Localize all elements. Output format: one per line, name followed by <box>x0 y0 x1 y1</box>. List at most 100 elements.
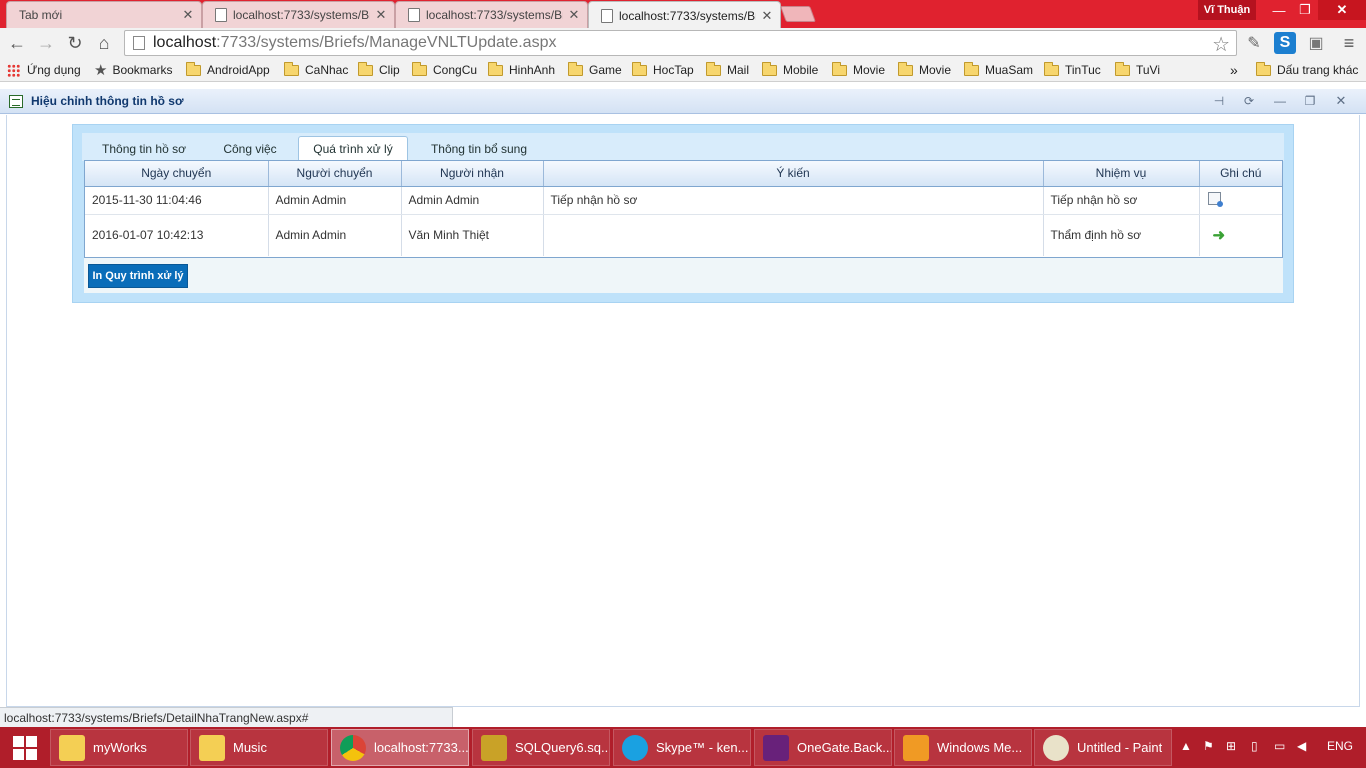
folder-icon <box>488 61 503 76</box>
new-tab-button[interactable] <box>780 6 816 22</box>
bookmark-folder[interactable]: CongCu <box>412 61 477 79</box>
browser-tab-label: localhost:7733/systems/Br <box>233 8 370 22</box>
pin-icon[interactable]: ⊣ <box>1211 94 1227 108</box>
folder-icon <box>1256 61 1271 76</box>
folder-icon <box>412 61 427 76</box>
cell-date: 2016-01-07 10:42:13 <box>85 214 269 256</box>
windows-flag-icon[interactable]: ⊞ <box>1226 739 1236 753</box>
taskbar-item[interactable]: Windows Me... <box>894 729 1032 766</box>
taskbar-item[interactable]: myWorks <box>50 729 188 766</box>
action-center-icon[interactable]: ⚑ <box>1203 739 1214 753</box>
tab-thong-tin-bo-sung[interactable]: Thông tin bổ sung <box>422 137 536 161</box>
forward-icon[interactable]: → <box>34 32 58 54</box>
print-process-button[interactable]: In Quy trình xử lý <box>88 264 188 288</box>
browser-tab-strip: Tab mới ✕ localhost:7733/systems/Br ✕ lo… <box>0 0 1366 29</box>
address-bar[interactable]: localhost:7733/systems/Briefs/ManageVNLT… <box>124 30 1237 56</box>
minimize-icon[interactable]: — <box>1272 94 1288 108</box>
arrow-right-icon[interactable]: ➜ <box>1213 226 1226 244</box>
bookmark-folder[interactable]: TuVi <box>1115 61 1160 79</box>
volume-icon[interactable]: ◀ <box>1297 739 1306 753</box>
tray-overflow-icon[interactable]: ▲ <box>1180 739 1192 753</box>
refresh-icon[interactable]: ⟳ <box>1241 94 1257 108</box>
column-header[interactable]: Ngày chuyển <box>85 161 269 187</box>
close-icon[interactable]: ✕ <box>374 7 388 23</box>
bookmark-folder[interactable]: MuaSam <box>964 61 1033 79</box>
bookmark-folder[interactable]: Clip <box>358 61 400 79</box>
browser-tab-new[interactable]: Tab mới ✕ <box>6 1 202 28</box>
skype-extension-icon[interactable]: S <box>1274 32 1296 54</box>
taskbar-item[interactable]: Skype™ - ken... <box>613 729 751 766</box>
bookmarks-overflow-icon[interactable]: » <box>1230 61 1238 79</box>
bookmark-folder[interactable]: Mail <box>706 61 749 79</box>
panel-title: Hiệu chỉnh thông tin hồ sơ <box>31 94 184 108</box>
column-header[interactable]: Người chuyển <box>268 161 402 187</box>
bookmark-apps[interactable]: Ứng dụng <box>7 61 81 79</box>
note-icon[interactable] <box>1207 192 1223 207</box>
bookmark-folder[interactable]: Game <box>568 61 622 79</box>
browser-tab[interactable]: localhost:7733/systems/Br ✕ <box>395 1 588 28</box>
language-indicator[interactable]: ENG <box>1327 739 1353 753</box>
url-text: localhost:7733/systems/Briefs/ManageVNLT… <box>153 34 557 51</box>
cell-receiver: Văn Minh Thiệt <box>401 214 544 256</box>
menu-icon[interactable]: ≡ <box>1338 32 1360 54</box>
taskbar-item[interactable]: OneGate.Back... <box>754 729 892 766</box>
cell-opinion <box>543 214 1044 256</box>
close-icon[interactable]: ✕ <box>181 7 195 23</box>
bookmark-bookmarks[interactable]: ★ Bookmarks <box>94 61 172 79</box>
bookmark-folder[interactable]: CaNhac <box>284 61 348 79</box>
maximize-icon[interactable]: ❐ <box>1292 0 1318 20</box>
folder-icon <box>199 734 225 761</box>
bookmark-folder[interactable]: TinTuc <box>1044 61 1101 79</box>
bookmark-star-icon[interactable]: ☆ <box>1212 32 1230 57</box>
skype-icon <box>622 734 648 761</box>
column-header[interactable]: Nhiệm vụ <box>1043 161 1200 187</box>
home-icon[interactable]: ⌂ <box>92 32 116 54</box>
bookmark-folder[interactable]: HinhAnh <box>488 61 555 79</box>
start-button[interactable] <box>0 727 50 768</box>
bookmark-folder[interactable]: Movie <box>898 61 951 79</box>
close-icon[interactable]: ✕ <box>760 8 774 24</box>
table-row[interactable]: 2015-11-30 11:04:46 Admin Admin Admin Ad… <box>85 186 1282 215</box>
folder-icon <box>632 61 647 76</box>
bookmark-folder[interactable]: Movie <box>832 61 885 79</box>
minimize-icon[interactable]: — <box>1266 0 1292 20</box>
tab-cong-viec[interactable]: Công việc <box>213 137 287 161</box>
taskbar-item[interactable]: Untitled - Paint <box>1034 729 1172 766</box>
browser-tab-active[interactable]: localhost:7733/systems/Br ✕ <box>588 1 781 29</box>
display-icon[interactable]: ▭ <box>1274 739 1285 753</box>
page-icon <box>215 8 227 22</box>
folder-icon <box>762 61 777 76</box>
grid-footer: In Quy trình xử lý <box>84 258 1283 293</box>
browser-tab[interactable]: localhost:7733/systems/Br ✕ <box>202 1 395 28</box>
bookmark-folder[interactable]: HocTap <box>632 61 694 79</box>
profile-button[interactable]: Vĩ Thuận <box>1198 0 1256 20</box>
restore-icon[interactable]: ❐ <box>1302 94 1318 108</box>
close-window-icon[interactable]: ✕ <box>1318 0 1366 20</box>
column-header[interactable]: Người nhận <box>401 161 544 187</box>
cell-note <box>1199 186 1282 215</box>
eyedropper-extension-icon[interactable]: ✎ <box>1243 32 1265 54</box>
taskbar-item[interactable]: SQLQuery6.sq... <box>472 729 610 766</box>
bookmark-folder[interactable]: Mobile <box>762 61 818 79</box>
window-icon <box>9 94 23 108</box>
folder-icon <box>59 734 85 761</box>
tab-bar: Thông tin hồ sơ Công việc Quá trình xử l… <box>82 133 1284 161</box>
column-header[interactable]: Ý kiến <box>543 161 1044 187</box>
taskbar-item[interactable]: localhost:7733... <box>331 729 469 766</box>
tab-thong-tin-ho-so[interactable]: Thông tin hồ sơ <box>90 137 198 161</box>
back-icon[interactable]: ← <box>5 32 29 54</box>
close-icon[interactable]: ✕ <box>567 7 581 23</box>
extension-icon[interactable]: ▣ <box>1305 32 1327 54</box>
battery-icon[interactable]: ▯ <box>1251 739 1258 753</box>
reload-icon[interactable]: ↻ <box>63 32 87 54</box>
table-row[interactable]: 2016-01-07 10:42:13 Admin Admin Văn Minh… <box>85 214 1282 256</box>
taskbar-item[interactable]: Music <box>190 729 328 766</box>
tab-qua-trinh-xu-ly[interactable]: Quá trình xử lý <box>298 136 408 161</box>
bookmark-folder[interactable]: AndroidApp <box>186 61 270 79</box>
other-bookmarks[interactable]: Dấu trang khác <box>1256 61 1358 79</box>
folder-icon <box>1115 61 1130 76</box>
column-header[interactable]: Ghi chú <box>1199 161 1282 187</box>
close-icon[interactable]: ✕ <box>1333 93 1349 108</box>
folder-icon <box>706 61 721 76</box>
folder-icon <box>358 61 373 76</box>
